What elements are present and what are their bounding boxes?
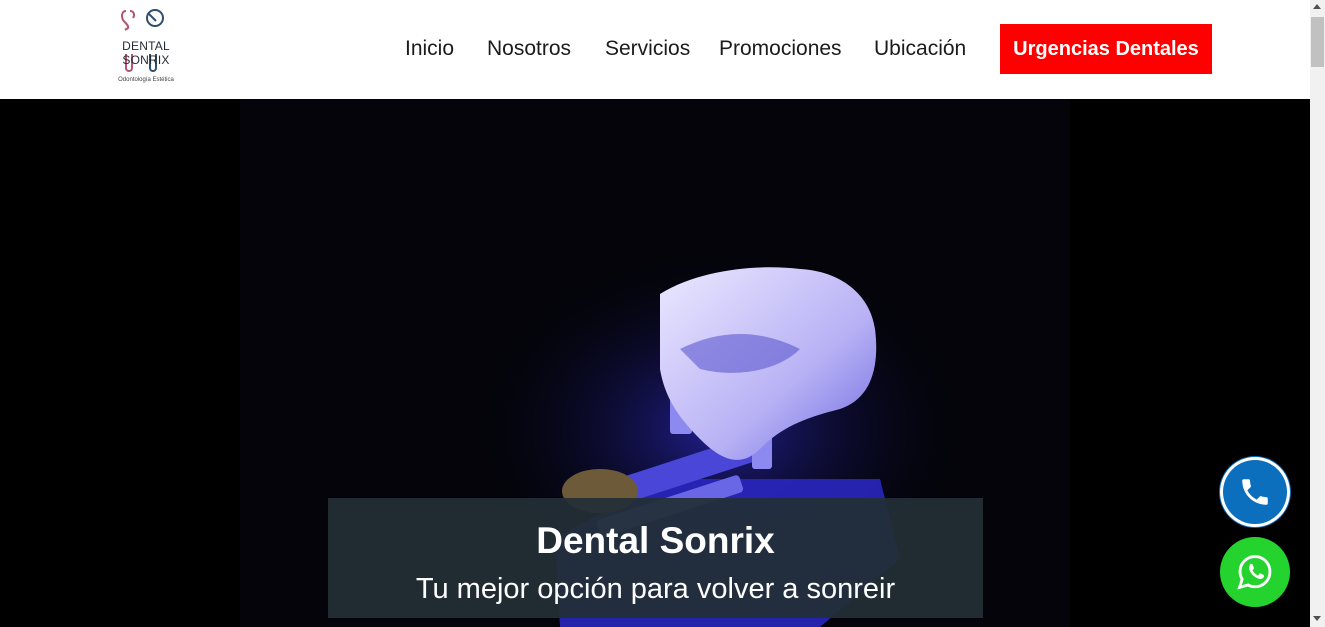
call-button[interactable]	[1220, 457, 1290, 527]
hero-title: Dental Sonrix	[536, 520, 775, 561]
nav-item-promociones[interactable]: Promociones	[719, 37, 842, 61]
scrollbar[interactable]	[1310, 0, 1325, 627]
logo-tagline: Odontología Estética	[118, 77, 174, 83]
logo[interactable]: DENTAL SONRIX Odontología Estética	[98, 8, 194, 88]
nav-item-ubicacion[interactable]: Ubicación	[874, 37, 966, 61]
hero-caption: Dental Sonrix Tu mejor opción para volve…	[328, 498, 983, 618]
nav-item-servicios[interactable]: Servicios	[605, 37, 690, 61]
nav-item-nosotros[interactable]: Nosotros	[487, 37, 571, 61]
scroll-down-arrow-icon[interactable]	[1313, 616, 1321, 621]
urgencias-button[interactable]: Urgencias Dentales	[1000, 24, 1212, 74]
scroll-thumb[interactable]	[1311, 17, 1324, 67]
site-header: DENTAL SONRIX Odontología Estética Inici…	[0, 0, 1310, 99]
phone-icon	[1242, 479, 1268, 505]
nav-item-inicio[interactable]: Inicio	[405, 37, 454, 61]
hero-section: Dental Sonrix Tu mejor opción para volve…	[0, 99, 1310, 627]
hero-subtitle: Tu mejor opción para volver a sonreir	[415, 573, 896, 605]
scroll-up-arrow-icon[interactable]	[1313, 4, 1321, 9]
whatsapp-icon	[1237, 555, 1272, 590]
logo-wordmark: DENTAL SONRIX	[122, 39, 170, 67]
whatsapp-button[interactable]	[1220, 537, 1290, 607]
